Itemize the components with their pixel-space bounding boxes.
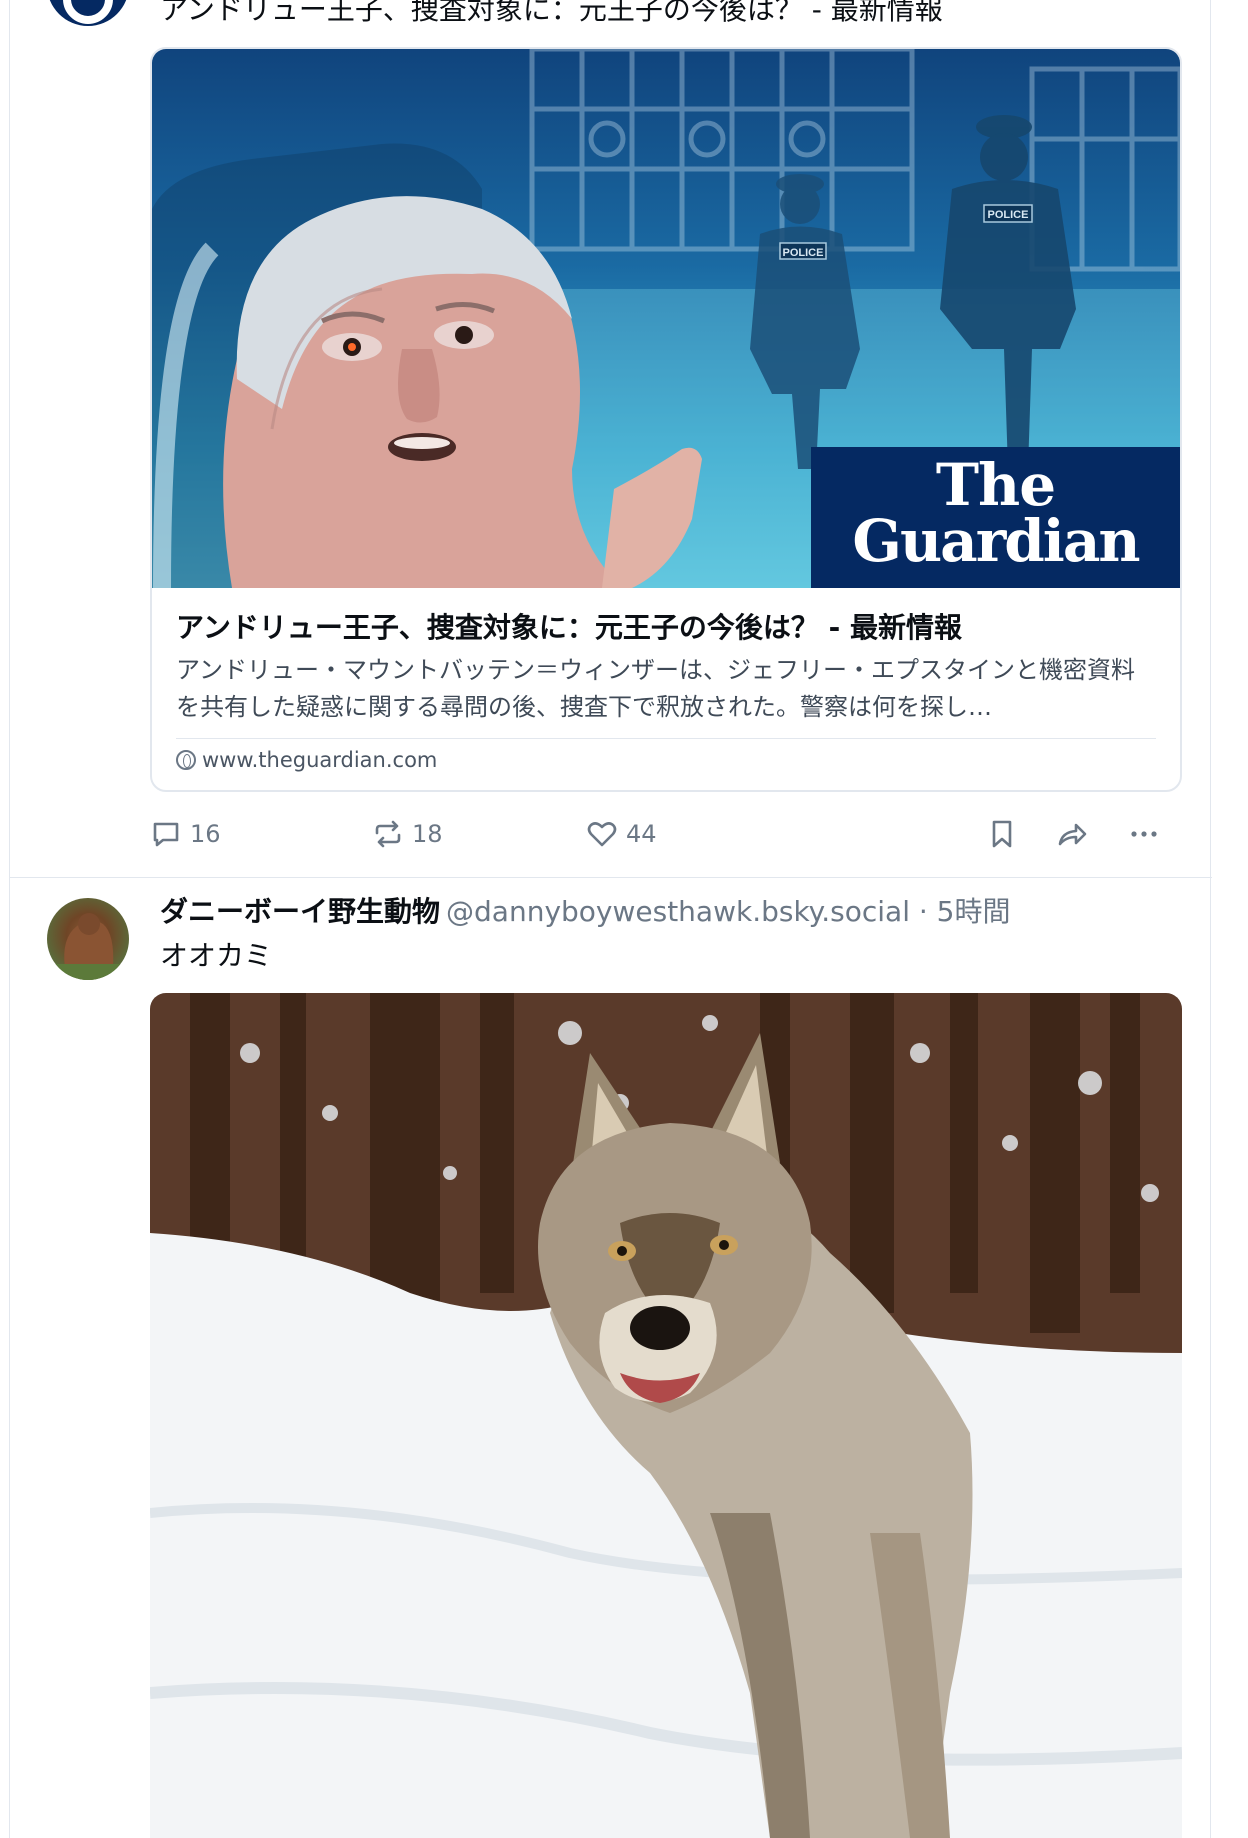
link-card-title: アンドリュー王子、捜査対象に：元王子の今後は？ - 最新情報 xyxy=(176,611,963,644)
post-header: ダニーボーイ野生動物 @dannyboywesthawk.bsky.social … xyxy=(160,892,1011,932)
post-divider xyxy=(10,877,1212,878)
bookmark-icon xyxy=(992,820,1012,848)
guardian-avatar[interactable] xyxy=(47,0,129,26)
repost-count: 18 xyxy=(412,820,443,848)
link-card-description: アンドリュー・マウントバッテン＝ウィンザーは、ジェフリー・エプスタインと機密資料… xyxy=(176,656,1136,721)
reply-count: 16 xyxy=(190,820,221,848)
like-button[interactable]: 44 xyxy=(586,810,657,858)
reply-button[interactable]: 16 xyxy=(150,810,221,858)
share-arrow-icon xyxy=(1058,823,1087,846)
svg-text:POLICE: POLICE xyxy=(783,247,824,259)
link-thumbnail: POLICE POLICE The Guardian xyxy=(152,49,1180,588)
svg-text:POLICE: POLICE xyxy=(988,209,1029,221)
ellipsis-icon xyxy=(1131,831,1157,837)
repost-icon xyxy=(375,820,401,848)
post-image-wolf[interactable] xyxy=(150,993,1182,1838)
bookmark-button[interactable] xyxy=(986,810,1018,858)
author-name[interactable]: ダニーボーイ野生動物 xyxy=(160,895,440,928)
globe-icon xyxy=(176,750,196,770)
author-handle[interactable]: @dannyboywesthawk.bsky.social xyxy=(446,895,910,928)
author-avatar[interactable] xyxy=(47,898,129,980)
post-actions-bar: 16 18 44 xyxy=(150,810,1190,858)
link-card-body: アンドリュー王子、捜査対象に：元王子の今後は？ - 最新情報 アンドリュー・マウ… xyxy=(152,588,1180,790)
feed-column: アンドリュー王子、捜査対象に：元王子の今後は？ - 最新情報 POLICE PO… xyxy=(9,0,1212,1838)
guardian-logo: The Guardian xyxy=(811,447,1180,588)
share-button[interactable] xyxy=(1056,810,1088,858)
link-preview-card[interactable]: POLICE POLICE The Guardian アンドリュー王子、捜査対象… xyxy=(150,47,1182,792)
link-card-domain: www.theguardian.com xyxy=(176,748,437,772)
speech-bubble-icon xyxy=(153,822,179,847)
link-domain-text: www.theguardian.com xyxy=(202,748,438,772)
more-options-button[interactable] xyxy=(1128,810,1160,858)
post-text: アンドリュー王子、捜査対象に：元王子の今後は？ - 最新情報 xyxy=(160,0,943,26)
like-count: 44 xyxy=(626,820,657,848)
post-text: オオカミ xyxy=(160,939,273,972)
link-card-divider xyxy=(176,738,1156,739)
post-timestamp[interactable]: · 5時間 xyxy=(910,895,1011,928)
heart-icon xyxy=(587,822,617,847)
repost-button[interactable]: 18 xyxy=(372,810,443,858)
